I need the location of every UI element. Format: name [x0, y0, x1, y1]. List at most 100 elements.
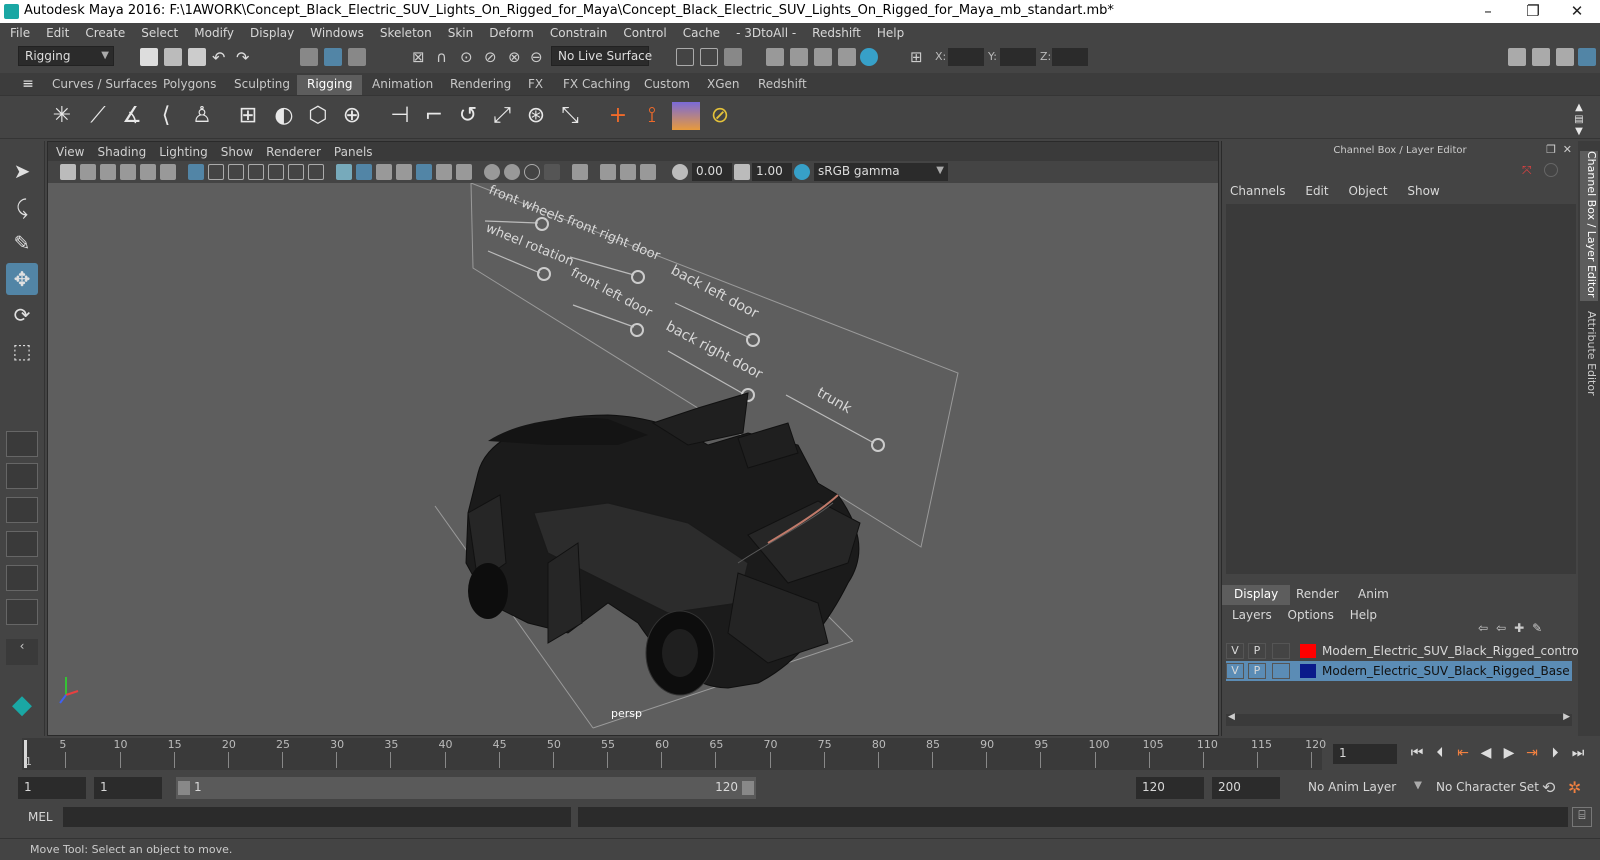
animation-end-field[interactable]: 200 — [1212, 777, 1280, 799]
menu-display[interactable]: Display — [250, 26, 294, 40]
paint-weights-icon[interactable]: ◐ — [270, 102, 298, 130]
live-surface-field[interactable]: No Live Surface — [551, 46, 652, 66]
vp-menu-renderer[interactable]: Renderer — [266, 145, 321, 159]
ipr-render-icon[interactable] — [814, 48, 832, 66]
render-globals-icon[interactable] — [838, 48, 856, 66]
field-chart-icon[interactable] — [268, 164, 284, 180]
point-constraint-icon[interactable]: ⌐ — [420, 102, 448, 130]
character-set-dropdown[interactable]: No Character Set ▼ — [1414, 777, 1539, 799]
smooth-shade-icon[interactable] — [356, 164, 372, 180]
four-view-layout-icon[interactable] — [6, 463, 38, 489]
play-backwards-icon[interactable]: ◀ — [1477, 745, 1495, 761]
play-forwards-icon[interactable]: ▶ — [1500, 745, 1518, 761]
y-field[interactable] — [1000, 48, 1036, 66]
anti-aliasing-icon[interactable] — [524, 164, 540, 180]
lasso-tool-icon[interactable]: ⤹ — [6, 191, 38, 223]
close-button[interactable]: ✕ — [1567, 2, 1587, 20]
range-start-handle[interactable] — [178, 781, 190, 795]
x-field[interactable] — [948, 48, 984, 66]
use-all-lights-icon[interactable] — [436, 164, 452, 180]
vp-menu-view[interactable]: View — [56, 145, 84, 159]
bookmark-icon[interactable] — [100, 164, 116, 180]
scale-tool-icon[interactable]: ⬚ — [6, 335, 38, 367]
menu-skin[interactable]: Skin — [448, 26, 474, 40]
playback-start-field[interactable]: 1 — [94, 777, 162, 799]
le-menu-options[interactable]: Options — [1288, 608, 1334, 622]
shelf-scroll-icon[interactable]: ▲ ▤ ▼ — [1572, 102, 1586, 137]
range-bar[interactable]: 1 120 — [176, 777, 756, 799]
tab-curves-surfaces[interactable]: Curves / Surfaces — [42, 75, 167, 95]
gamma-field[interactable]: 1.00 — [752, 163, 792, 181]
menu-constrain[interactable]: Constrain — [550, 26, 608, 40]
grid-toggle-icon[interactable] — [188, 164, 204, 180]
layer-visibility-toggle[interactable]: V — [1226, 643, 1244, 659]
auto-key-icon[interactable]: ⟲ — [1542, 778, 1555, 797]
isolate-select-icon[interactable] — [572, 164, 588, 180]
gamma-icon[interactable] — [734, 164, 750, 180]
tab-sculpting[interactable]: Sculpting — [224, 75, 300, 95]
step-back-icon[interactable]: ⏴ — [1431, 745, 1449, 761]
shelf-menu-icon[interactable]: ≡ — [18, 70, 38, 98]
command-input[interactable] — [63, 807, 571, 827]
select-tool-icon[interactable]: ➤ — [6, 155, 38, 187]
timeline-ruler[interactable]: 1 5 10 15 20 25 30 35 40 45 50 55 60 65 70 75 80 85 90 95 1… — [22, 738, 1326, 770]
hik-character-icon[interactable] — [672, 102, 700, 130]
single-perspective-layout-icon[interactable] — [6, 431, 38, 457]
more-layouts-icon[interactable]: ‹ — [6, 639, 38, 665]
anim-layer-dropdown[interactable]: No Anim Layer ▼ — [1302, 777, 1422, 799]
scale-constraint-icon[interactable]: ⤢ — [488, 102, 516, 130]
xray-joints-icon[interactable] — [640, 164, 656, 180]
layer-display-type-toggle[interactable] — [1272, 643, 1290, 659]
playback-end-field[interactable]: 120 — [1136, 777, 1204, 799]
menu-cache[interactable]: Cache — [683, 26, 720, 40]
command-language-label[interactable]: MEL — [28, 810, 53, 824]
snap-view-plane-icon[interactable]: ⊘ — [484, 48, 502, 66]
cb-menu-edit[interactable]: Edit — [1305, 184, 1328, 198]
ambient-occlusion-icon[interactable] — [484, 164, 500, 180]
select-component-icon[interactable] — [348, 48, 366, 66]
safe-action-icon[interactable] — [288, 164, 304, 180]
snap-surface-icon[interactable]: ⊗ — [508, 48, 526, 66]
persp-graph-layout-icon[interactable] — [6, 531, 38, 557]
layer-playback-toggle[interactable]: P — [1248, 643, 1266, 659]
maximize-button[interactable]: ❐ — [1523, 2, 1543, 20]
animation-preferences-icon[interactable]: ✲ — [1568, 778, 1581, 797]
quick-rig-icon[interactable]: ♙ — [188, 102, 216, 130]
select-hierarchy-icon[interactable] — [300, 48, 318, 66]
snap-live-icon[interactable]: ⊖ — [530, 48, 548, 66]
modeling-toolkit-icon[interactable] — [1508, 48, 1526, 66]
ik-spline-icon[interactable]: ∡ — [118, 102, 146, 130]
range-end-handle[interactable] — [742, 781, 754, 795]
go-to-start-icon[interactable]: ⏮ — [1408, 745, 1426, 761]
ik-handle-icon[interactable]: ⟋ — [84, 102, 112, 130]
vp-menu-lighting[interactable]: Lighting — [159, 145, 208, 159]
side-tab-attribute-editor[interactable]: Attribute Editor — [1580, 311, 1598, 401]
cb-menu-show[interactable]: Show — [1407, 184, 1439, 198]
menu-windows[interactable]: Windows — [310, 26, 364, 40]
move-tool-icon[interactable]: ✥ — [6, 263, 38, 295]
parent-constraint-icon[interactable]: ⊣ — [386, 102, 414, 130]
redo-icon[interactable]: ↷ — [236, 48, 254, 67]
snap-curve-icon[interactable]: ∩ — [436, 48, 454, 66]
step-forward-key-icon[interactable]: ⇥ — [1523, 745, 1541, 761]
joint-tool-icon[interactable]: ✳ — [48, 102, 76, 130]
go-to-end-icon[interactable]: ⏭ — [1569, 745, 1587, 761]
vp-menu-shading[interactable]: Shading — [97, 145, 146, 159]
color-management-icon[interactable] — [794, 164, 810, 180]
tab-display-layers[interactable]: Display — [1222, 585, 1291, 605]
motion-blur-icon[interactable] — [504, 164, 520, 180]
rotate-tool-icon[interactable]: ⟳ — [6, 299, 38, 331]
safe-title-icon[interactable] — [308, 164, 324, 180]
menu-select[interactable]: Select — [141, 26, 178, 40]
select-object-icon[interactable] — [324, 48, 342, 66]
snap-grid-icon[interactable]: ⊠ — [412, 48, 430, 66]
transform-icon[interactable]: ⤧ — [1522, 163, 1536, 177]
menu-file[interactable]: File — [10, 26, 30, 40]
set-driven-key-icon[interactable]: ⟟ — [638, 102, 666, 130]
open-scene-icon[interactable] — [164, 48, 182, 66]
construction-history-icon[interactable] — [700, 48, 718, 66]
color-space-dropdown[interactable]: sRGB gamma ▼ — [814, 163, 948, 181]
panel-float-icon[interactable]: ❐ — [1546, 143, 1556, 156]
layer-editor-scrollbar[interactable]: ◀ ▶ — [1226, 712, 1572, 726]
textured-icon[interactable] — [416, 164, 432, 180]
